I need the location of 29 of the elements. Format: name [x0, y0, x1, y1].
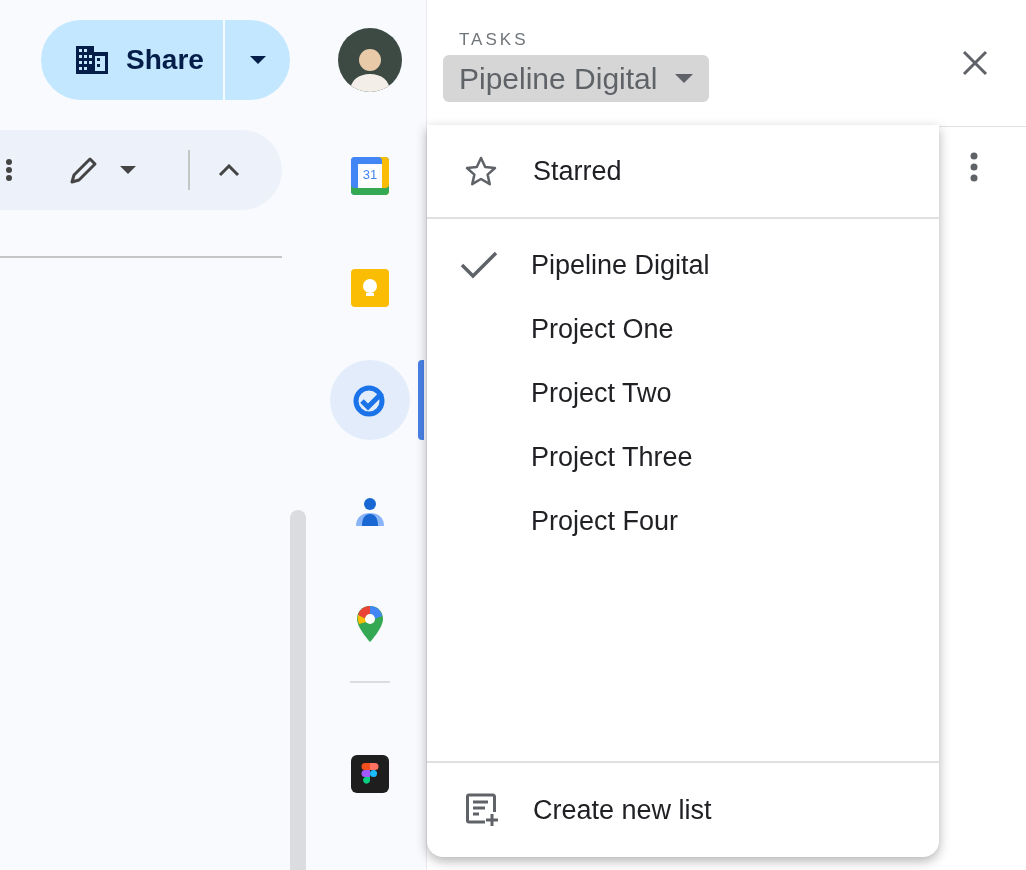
building-icon	[76, 46, 109, 74]
caret-icon	[120, 166, 136, 174]
caret-icon	[249, 56, 266, 64]
menu-item[interactable]: Starred	[427, 125, 939, 219]
app-label: TASKS	[458, 30, 530, 50]
list-menu-item[interactable]: Pipeline Digital	[427, 233, 939, 297]
more-vertical-icon[interactable]	[970, 152, 978, 182]
lightbulb-icon	[351, 269, 389, 307]
close-icon	[962, 50, 988, 76]
create-list-button[interactable]: Create new list	[427, 763, 939, 857]
list-menu-item[interactable]: Project Four	[427, 489, 939, 553]
close-button[interactable]	[960, 48, 990, 78]
figma-icon	[351, 755, 389, 793]
check-icon	[460, 251, 498, 279]
map-pin-icon	[356, 605, 384, 643]
caret-icon	[675, 74, 694, 83]
list-menu-item[interactable]: Project Three	[427, 425, 939, 489]
app-launcher[interactable]: 31	[330, 136, 410, 216]
add-list-icon	[465, 793, 499, 827]
chevron-up-icon[interactable]	[218, 163, 240, 177]
scrollbar[interactable]	[290, 510, 306, 870]
star-icon	[465, 156, 497, 186]
person-icon	[354, 496, 386, 528]
share-button[interactable]: Share	[41, 20, 223, 100]
calendar-icon: 31	[351, 157, 389, 195]
list-selector[interactable]: Pipeline Digital	[443, 55, 710, 102]
list-menu-item[interactable]: Project One	[427, 297, 939, 361]
more-vertical-icon[interactable]	[5, 158, 13, 182]
list-menu-item[interactable]: Project Two	[427, 361, 939, 425]
